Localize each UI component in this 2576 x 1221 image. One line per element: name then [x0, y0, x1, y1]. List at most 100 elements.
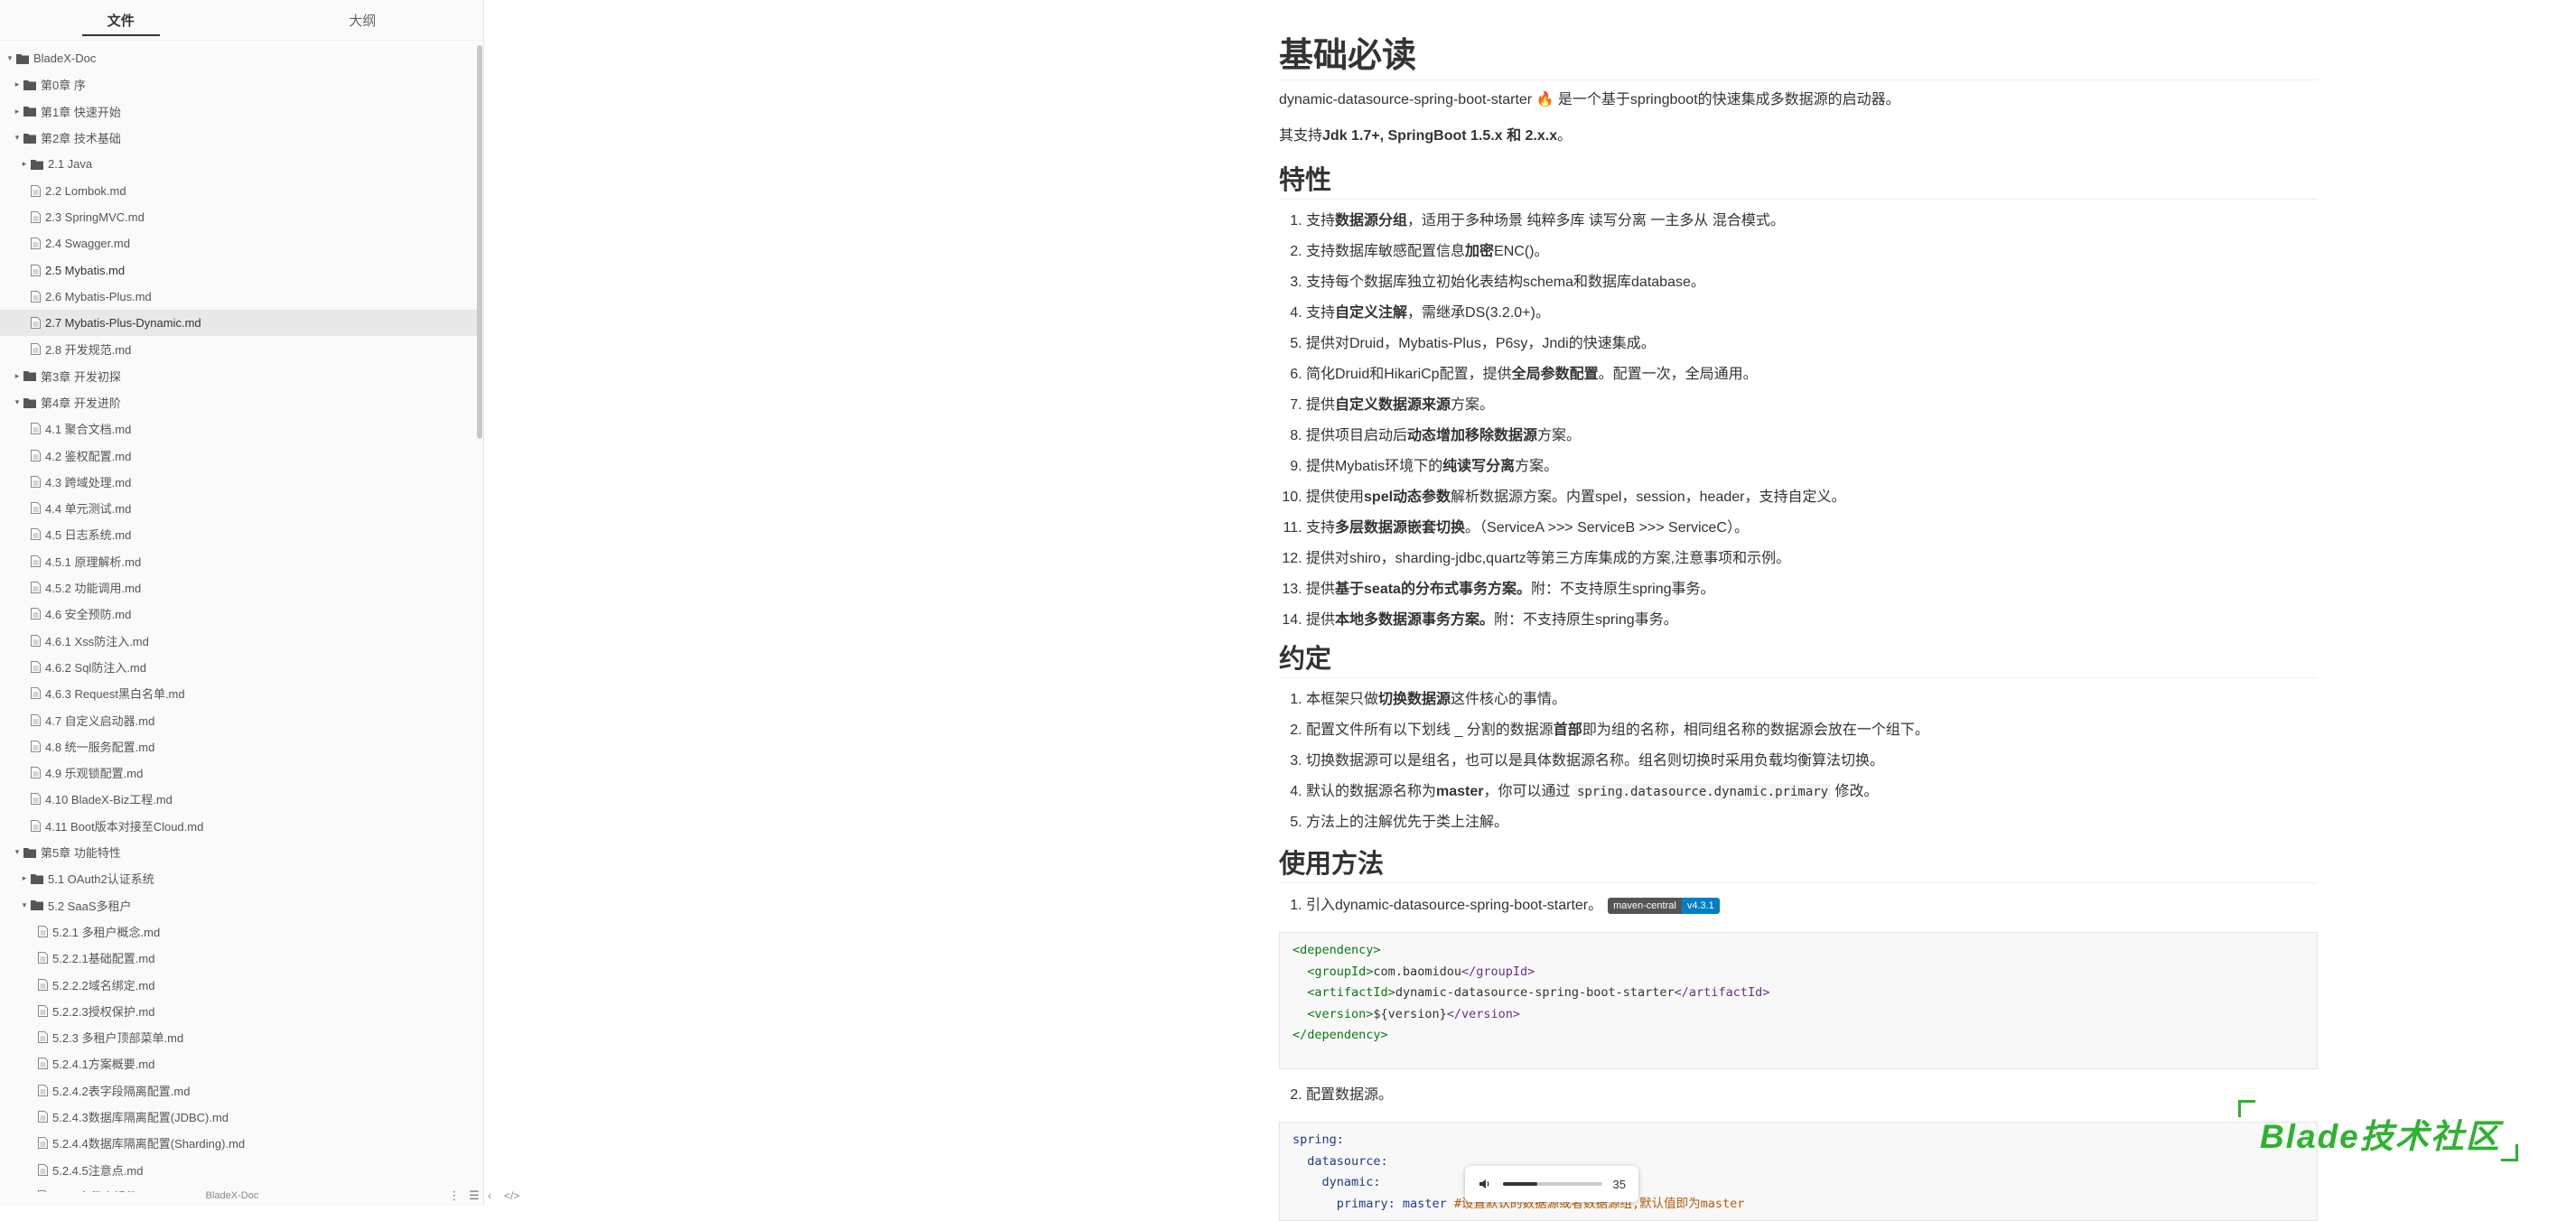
tree-file[interactable]: 5.2.3 多租户顶部菜单.md: [0, 1024, 477, 1050]
tree-file[interactable]: 5.2.2.1基础配置.md: [0, 945, 477, 971]
tree-item-label: 第1章 快速开始: [41, 105, 121, 119]
tree-file[interactable]: 4.6.1 Xss防注入.md: [0, 628, 477, 654]
code-block-dependency[interactable]: <dependency> <groupId>com.baomidou</grou…: [1279, 932, 2318, 1069]
tree-file[interactable]: 5.2.4.4数据库隔离配置(Sharding).md: [0, 1130, 477, 1156]
text: 支持数据库敏感配置信息: [1306, 244, 1466, 259]
tree-file[interactable]: 4.8 统一服务配置.md: [0, 733, 477, 760]
sidebar-scrollbar[interactable]: [477, 45, 482, 439]
maven-badge[interactable]: maven-central v4.3.1: [1608, 897, 1720, 914]
workspace-name[interactable]: BladeX-Doc: [20, 1190, 444, 1201]
code-tag: <version>: [1307, 1006, 1374, 1021]
tree-file[interactable]: 4.7 自定义启动器.md: [0, 706, 477, 732]
chevron-right-icon[interactable]: ▸: [13, 107, 22, 117]
chevron-down-icon[interactable]: ▾: [20, 900, 29, 910]
bold-text: 本地多数据源事务方案。: [1335, 612, 1495, 628]
tree-folder[interactable]: ▾ 第2章 技术基础: [0, 125, 477, 151]
file-icon: [38, 952, 48, 965]
tree-folder[interactable]: ▾ 第5章 功能特性: [0, 839, 477, 865]
tree-file[interactable]: 5.2.4.2表字段隔离配置.md: [0, 1077, 477, 1104]
tree-file[interactable]: 4.10 BladeX-Biz工程.md: [0, 786, 477, 812]
yaml-key: primary: master: [1336, 1196, 1447, 1211]
tree-file[interactable]: 2.4 Swagger.md: [0, 230, 477, 256]
tree-item-label: 4.8 统一服务配置.md: [45, 740, 155, 754]
tree-file[interactable]: 2.5 Mybatis.md: [0, 256, 477, 283]
file-icon: [31, 555, 41, 567]
tree-item-label: 4.7 自定义启动器.md: [45, 713, 155, 728]
tree-folder[interactable]: ▸ 2.1 Java: [0, 151, 477, 177]
chevron-right-icon[interactable]: ▸: [20, 159, 29, 169]
tree-folder[interactable]: ▾ 第4章 开发进阶: [0, 389, 477, 415]
tree-file[interactable]: 4.5.2 功能调用.md: [0, 574, 477, 601]
file-sidebar: 文件 大纲 ▾ BladeX-Doc ▸ 第0章 序 ▸ 第1章 快速开始 ▾ 第2章 技术基…: [0, 0, 484, 1206]
tree-folder[interactable]: ▸ 第1章 快速开始: [0, 98, 477, 125]
source-code-icon[interactable]: </>: [504, 1189, 519, 1202]
tree-file[interactable]: 4.4 单元测试.md: [0, 495, 477, 521]
text: 方案。: [1515, 459, 1559, 474]
text: 。（ServiceA >>> ServiceB >>> ServiceC）。: [1465, 520, 1749, 536]
tree-file[interactable]: 4.3 跨域处理.md: [0, 469, 477, 495]
list-item: 支持多层数据源嵌套切换。（ServiceA >>> ServiceB >>> S…: [1306, 513, 1845, 544]
list-item: 配置数据源。: [1306, 1080, 1393, 1111]
tree-file[interactable]: 5.2.2.2域名绑定.md: [0, 971, 477, 997]
code-tag: </groupId>: [1461, 964, 1535, 979]
tree-file[interactable]: 4.11 Boot版本对接至Cloud.md: [0, 813, 477, 839]
file-icon: [31, 423, 41, 435]
speaker-icon[interactable]: [1478, 1177, 1492, 1191]
tree-file[interactable]: 4.6.2 Sql防注入.md: [0, 654, 477, 680]
code-block-yaml[interactable]: spring: datasource: dynamic: primary: ma…: [1279, 1122, 2318, 1221]
tree-item-label: BladeX-Doc: [33, 51, 97, 66]
tree-file[interactable]: 4.5.1 原理解析.md: [0, 548, 477, 574]
tree-file[interactable]: 4.2 鉴权配置.md: [0, 442, 477, 468]
chevron-right-icon[interactable]: ▸: [13, 371, 22, 381]
tree-file[interactable]: 5.2.4.1方案概要.md: [0, 1050, 477, 1077]
tree-file[interactable]: 5.2.2.3授权保护.md: [0, 998, 477, 1024]
tree-folder[interactable]: ▾ 5.2 SaaS多租户: [0, 892, 477, 918]
chevron-right-icon[interactable]: ▸: [13, 79, 22, 89]
bold-text: 首部: [1553, 722, 1582, 738]
tree-item-label: 第4章 开发进阶: [41, 396, 121, 410]
tree-file[interactable]: 4.6.3 Request黑白名单.md: [0, 680, 477, 706]
text: 配置文件所有以下划线 _ 分割的数据源: [1306, 722, 1554, 738]
tree-folder[interactable]: ▸ 5.1 OAuth2认证系统: [0, 865, 477, 891]
chevron-down-icon[interactable]: ▾: [5, 53, 14, 63]
tree-file[interactable]: 5.2.1 多租户概念.md: [0, 918, 477, 945]
chevron-right-icon[interactable]: ▸: [20, 873, 29, 883]
heading-features: 特性: [1279, 163, 2318, 200]
tree-item-label: 5.2.4.1方案概要.md: [52, 1058, 155, 1072]
tree-file[interactable]: 2.7 Mybatis-Plus-Dynamic.md: [0, 309, 477, 337]
tree-file[interactable]: 4.6 安全预防.md: [0, 601, 477, 627]
code-tag: <groupId>: [1307, 964, 1374, 979]
tab-outline[interactable]: 大纲: [242, 0, 484, 40]
tree-file[interactable]: 5.2.4.3数据库隔离配置(JDBC).md: [0, 1104, 477, 1130]
volume-slider[interactable]: [1502, 1182, 1602, 1186]
intro-post: 是一个基于springboot的快速集成多数据源的启动器。: [1554, 92, 1900, 107]
tree-file[interactable]: 4.1 聚合文档.md: [0, 415, 477, 442]
text: 提供: [1306, 582, 1336, 597]
chevron-down-icon[interactable]: ▾: [13, 847, 22, 857]
tree-folder[interactable]: ▸ 第3章 开发初探: [0, 363, 477, 389]
more-icon[interactable]: ⋮: [444, 1188, 464, 1203]
tree-item-label: 2.1 Java: [48, 157, 93, 172]
list-view-icon[interactable]: ☰: [464, 1188, 483, 1203]
tab-files[interactable]: 文件: [0, 0, 242, 40]
tree-file[interactable]: 2.2 Lombok.md: [0, 177, 477, 203]
text: 方案。: [1451, 397, 1495, 413]
tree-file[interactable]: 4.5 日志系统.md: [0, 521, 477, 547]
bold-text: 自定义注解: [1335, 305, 1408, 321]
tree-file[interactable]: 2.8 开发规范.md: [0, 336, 477, 362]
tree-folder[interactable]: ▾ BladeX-Doc: [0, 45, 477, 71]
chevron-down-icon[interactable]: ▾: [13, 397, 22, 407]
tree-file[interactable]: 2.3 SpringMVC.md: [0, 204, 477, 230]
chevron-down-icon[interactable]: ▾: [13, 133, 22, 143]
tree-folder[interactable]: ▸ 第0章 序: [0, 71, 477, 98]
code-tag: </artifactId>: [1674, 985, 1770, 1000]
tree-item-label: 5.2.3 多租户顶部菜单.md: [52, 1031, 184, 1046]
back-icon[interactable]: ‹: [488, 1189, 491, 1202]
tree-file[interactable]: 2.6 Mybatis-Plus.md: [0, 284, 477, 310]
tree-file[interactable]: 4.9 乐观锁配置.md: [0, 760, 477, 786]
editor-footer: ‹ </>: [488, 1186, 519, 1206]
tree-file[interactable]: 5.2.4.5注意点.md: [0, 1156, 477, 1182]
list-item: 提供基于seata的分布式事务方案。附：不支持原生spring事务。: [1306, 574, 1845, 605]
tree-item-label: 5.2.2.2域名绑定.md: [52, 978, 155, 993]
tree-item-label: 4.3 跨域处理.md: [45, 475, 132, 489]
